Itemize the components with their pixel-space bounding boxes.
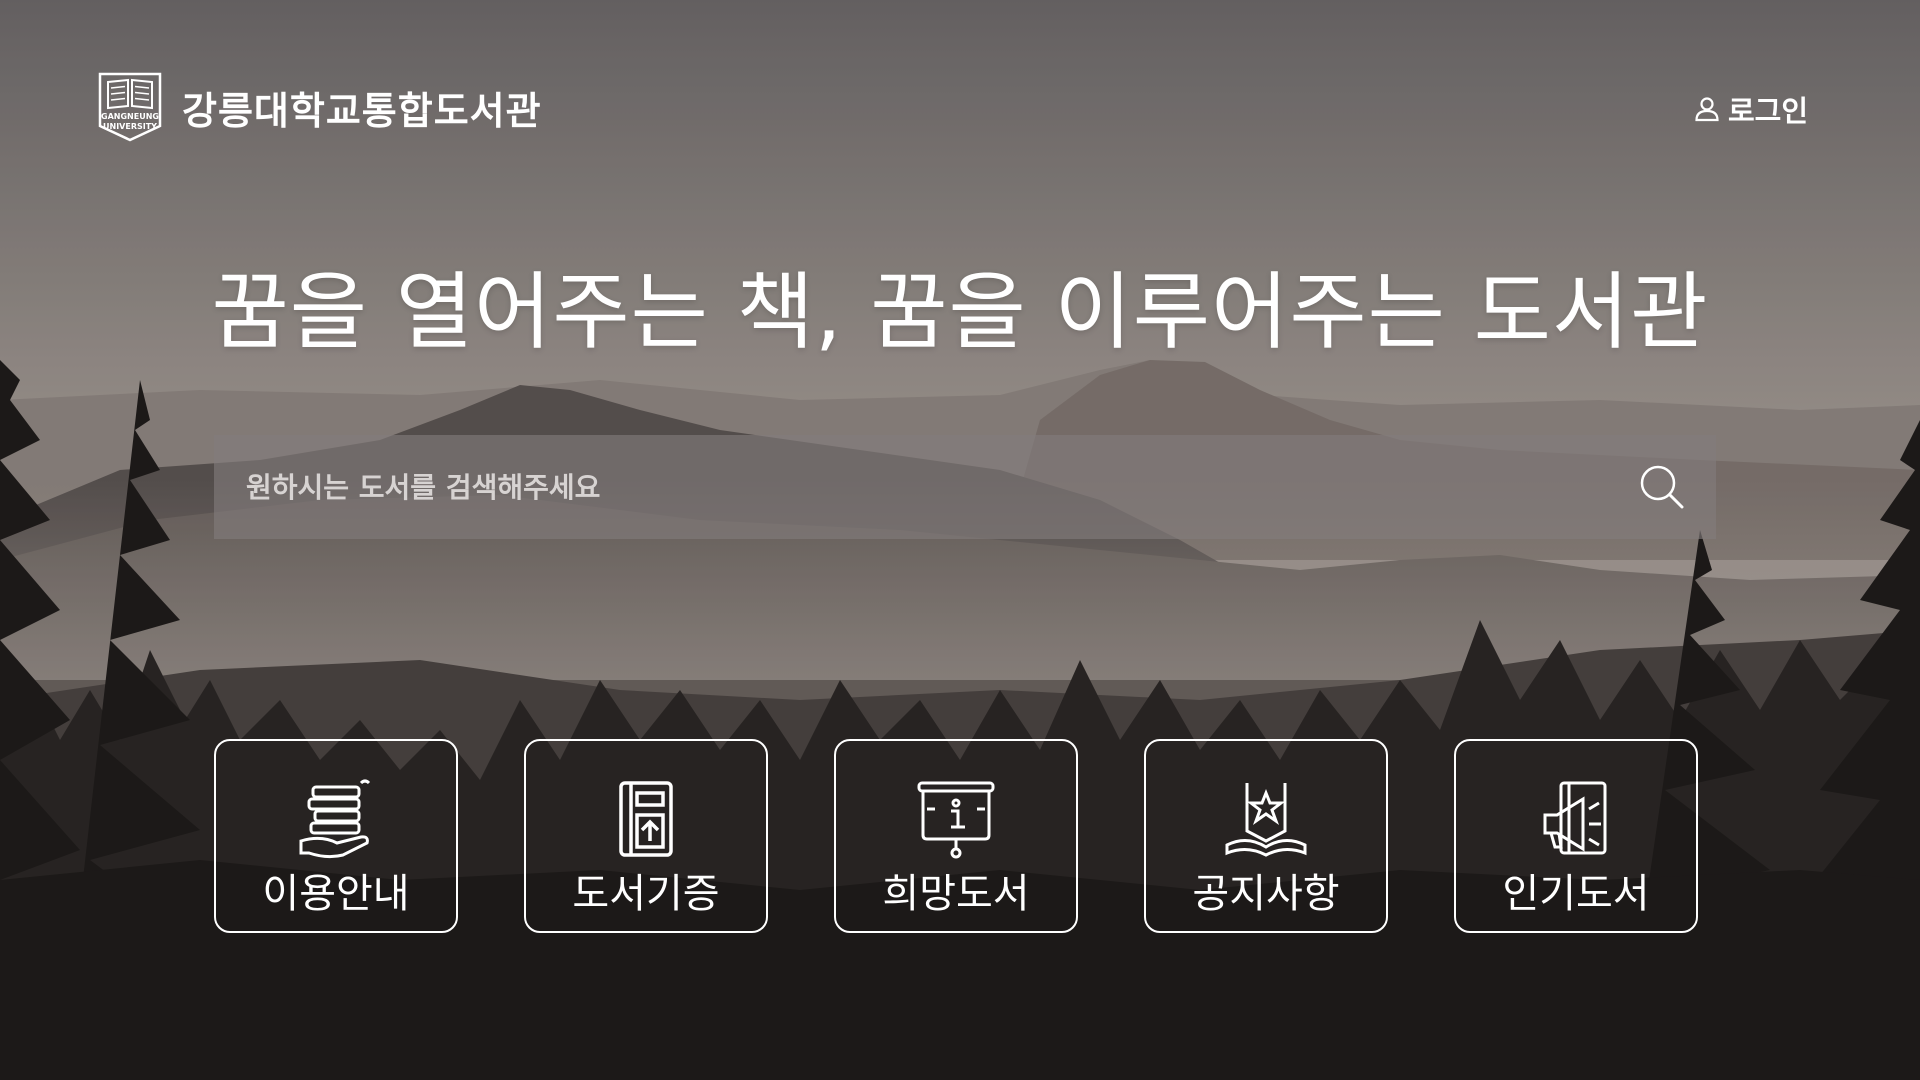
search-icon [1640,465,1684,509]
menu-item-popular[interactable]: 인기도서 [1454,739,1698,933]
header: GANGNEUNG UNIVERSITY 강릉대학교통합도서관 로그인 [0,0,1920,200]
menu-item-guide[interactable]: 이용안내 [214,739,458,933]
login-label: 로그인 [1727,94,1808,128]
megaphone-book-icon [1543,781,1607,855]
menu-label-donation: 도서기증 [572,871,720,917]
logo[interactable]: GANGNEUNG UNIVERSITY 강릉대학교통합도서관 [96,70,542,144]
search-button[interactable] [1622,435,1702,539]
seal-text-line1: GANGNEUNG [101,112,159,121]
university-seal-icon: GANGNEUNG UNIVERSITY [98,72,162,142]
menu-item-request[interactable]: 희망도서 [834,739,1078,933]
hero-title: 꿈을 열어주는 책, 꿈을 이루어주는 도서관 [211,263,1709,361]
menu-item-notice[interactable]: 공지사항 [1144,739,1388,933]
quick-menu: 이용안내 도서기증 희망도서 공지사항 인기도서 [214,739,1698,933]
book-upload-icon [619,781,673,857]
seal-text-line2: UNIVERSITY [103,122,157,131]
menu-label-notice: 공지사항 [1192,871,1340,917]
menu-label-request: 희망도서 [882,871,1030,917]
open-book-star-icon [1225,783,1307,857]
user-icon [1695,97,1719,122]
library-name: 강릉대학교통합도서관 [182,88,542,133]
menu-label-guide: 이용안내 [262,871,410,917]
menu-label-popular: 인기도서 [1502,871,1650,917]
info-board-icon [917,781,995,859]
search-input[interactable] [214,434,1622,540]
books-in-hand-icon [299,779,371,859]
login-button[interactable]: 로그인 [1694,88,1808,130]
search-bar [214,434,1716,540]
menu-item-donation[interactable]: 도서기증 [524,739,768,933]
